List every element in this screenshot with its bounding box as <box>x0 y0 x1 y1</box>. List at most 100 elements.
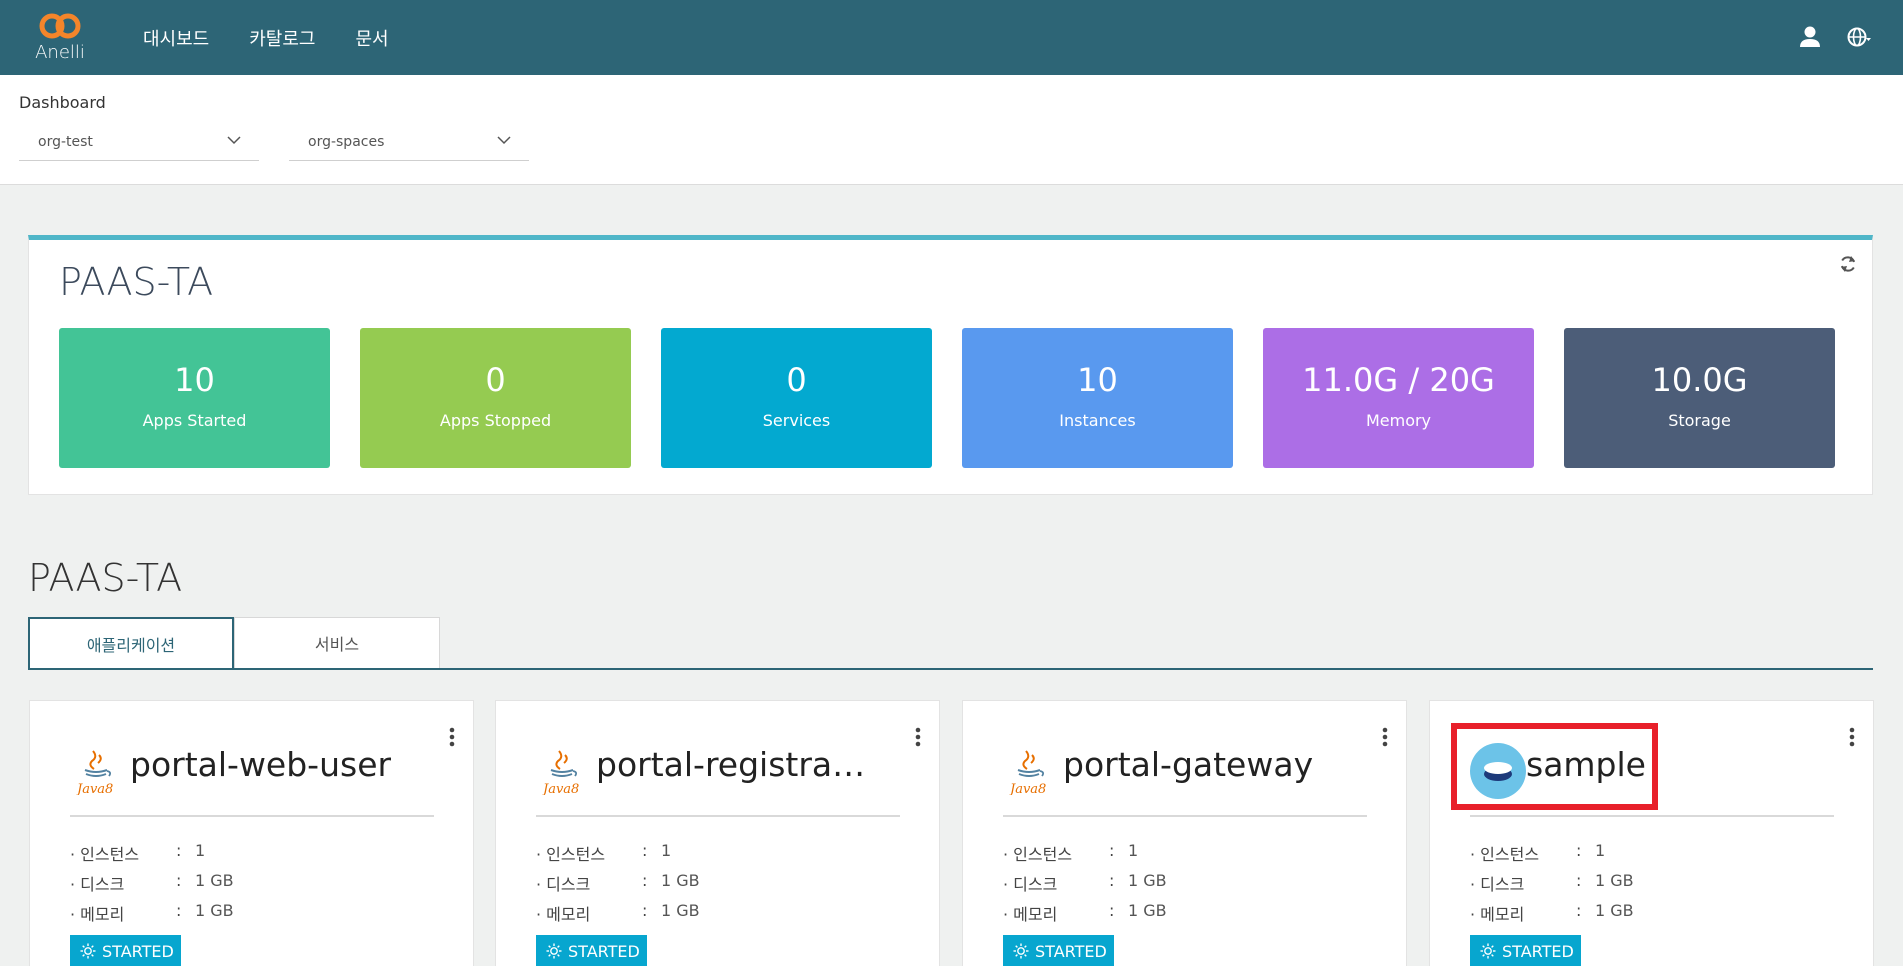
stat-tile-apps-stopped[interactable]: 0 Apps Stopped <box>360 328 631 468</box>
stat-tile-instances[interactable]: 10 Instances <box>962 328 1233 468</box>
main-nav: 대시보드 카탈로그 문서 <box>143 0 389 75</box>
info-colon: : <box>1109 871 1115 890</box>
stat-tile-apps-started[interactable]: 10 Apps Started <box>59 328 330 468</box>
chevron-down-icon <box>497 136 511 145</box>
card-divider <box>536 815 900 817</box>
nav-dashboard[interactable]: 대시보드 <box>143 25 209 51</box>
info-label: · 인스턴스 <box>536 845 606 864</box>
info-colon: : <box>1576 901 1582 920</box>
summary-panel: PAAS-TA 10 Apps Started 0 Apps Stopped 0 Serv… <box>28 235 1873 495</box>
java8-icon: Java8 <box>1007 747 1051 797</box>
stat-tile-storage[interactable]: 10.0G Storage <box>1564 328 1835 468</box>
top-navbar: Anelli 대시보드 카탈로그 문서 <box>0 0 1903 75</box>
status-badge[interactable]: STARTED <box>1003 935 1114 966</box>
chevron-down-icon <box>227 136 241 145</box>
app-name[interactable]: portal-gateway <box>1063 745 1313 784</box>
stat-label: Services <box>762 411 831 430</box>
status-text: STARTED <box>102 941 174 961</box>
stat-label: Storage <box>1668 411 1731 430</box>
more-menu-icon[interactable] <box>1382 727 1388 747</box>
info-label: · 인스턴스 <box>70 845 140 864</box>
info-label: · 디스크 <box>1003 875 1058 894</box>
svg-text:Java8: Java8 <box>1009 782 1046 795</box>
nav-docs[interactable]: 문서 <box>356 25 389 51</box>
info-colon: : <box>1109 901 1115 920</box>
org-select[interactable]: org-test <box>19 123 259 161</box>
sub-header: Dashboard org-test org-spaces <box>0 75 1903 185</box>
info-value: 1 GB <box>661 901 700 920</box>
info-value: 1 GB <box>195 901 234 920</box>
more-menu-icon[interactable] <box>1849 727 1855 747</box>
anelli-logo[interactable]: Anelli <box>30 10 90 66</box>
app-name[interactable]: sample <box>1526 745 1646 784</box>
stat-label: Apps Stopped <box>439 411 552 430</box>
card-divider <box>1003 815 1367 817</box>
info-colon: : <box>176 841 182 860</box>
info-label: · 디스크 <box>70 875 125 894</box>
globe-icon[interactable] <box>1846 24 1872 50</box>
info-value: 1 <box>1128 841 1139 860</box>
stat-tile-services[interactable]: 0 Services <box>661 328 932 468</box>
info-value: 1 <box>1595 841 1606 860</box>
status-badge[interactable]: STARTED <box>70 935 181 966</box>
info-colon: : <box>1576 871 1582 890</box>
info-label: · 인스턴스 <box>1470 845 1540 864</box>
stat-value: 10.0G <box>1651 361 1748 399</box>
svg-text:Java8: Java8 <box>542 782 579 795</box>
info-label: · 인스턴스 <box>1003 845 1073 864</box>
nav-catalog[interactable]: 카탈로그 <box>249 25 315 51</box>
app-name[interactable]: portal-registrati… <box>596 745 866 784</box>
app-name[interactable]: portal-web-user <box>130 745 391 784</box>
section-title: PAAS-TA <box>28 556 183 600</box>
app-card[interactable]: sample · 인스턴스:1 · 디스크:1 GB · 메모리:1 GB STARTE… <box>1429 700 1874 966</box>
app-card[interactable]: Java8 portal-web-user · 인스턴스:1 · 디스크:1 GB · … <box>29 700 474 966</box>
info-label: · 메모리 <box>536 905 591 924</box>
info-value: 1 GB <box>1128 871 1167 890</box>
info-colon: : <box>1576 841 1582 860</box>
space-select-value: org-spaces <box>308 133 385 150</box>
sun-icon <box>80 943 96 959</box>
info-value: 1 GB <box>1128 901 1167 920</box>
status-badge[interactable]: STARTED <box>1470 935 1581 966</box>
app-card[interactable]: Java8 portal-gateway · 인스턴스:1 · 디스크:1 GB · 메… <box>962 700 1407 966</box>
stat-value: 0 <box>485 361 506 399</box>
refresh-icon[interactable] <box>1838 254 1858 274</box>
app-card[interactable]: Java8 portal-registrati… · 인스턴스:1 · 디스크:1 G… <box>495 700 940 966</box>
stat-label: Instances <box>1059 411 1136 430</box>
info-value: 1 GB <box>1595 871 1634 890</box>
java8-icon: Java8 <box>74 747 118 797</box>
info-colon: : <box>1109 841 1115 860</box>
info-label: · 디스크 <box>1470 875 1525 894</box>
tab-services[interactable]: 서비스 <box>234 617 440 668</box>
space-select[interactable]: org-spaces <box>289 123 529 161</box>
tabs-underline <box>28 668 1873 670</box>
info-label: · 메모리 <box>70 905 125 924</box>
user-icon[interactable] <box>1797 24 1823 50</box>
status-text: STARTED <box>568 941 640 961</box>
org-select-value: org-test <box>38 133 93 150</box>
stat-label: Apps Started <box>142 411 247 430</box>
more-menu-icon[interactable] <box>915 727 921 747</box>
info-value: 1 GB <box>195 871 234 890</box>
card-divider <box>70 815 434 817</box>
stat-value: 10 <box>1077 361 1118 399</box>
info-value: 1 GB <box>1595 901 1634 920</box>
info-value: 1 <box>195 841 206 860</box>
logo-rings-icon <box>39 13 81 39</box>
svg-text:Java8: Java8 <box>76 782 113 795</box>
info-label: · 메모리 <box>1470 905 1525 924</box>
status-badge[interactable]: STARTED <box>536 935 647 966</box>
status-text: STARTED <box>1035 941 1107 961</box>
stat-value: 10 <box>174 361 215 399</box>
stat-value: 11.0G / 20G <box>1302 361 1495 399</box>
stat-tile-memory[interactable]: 11.0G / 20G Memory <box>1263 328 1534 468</box>
info-colon: : <box>642 871 648 890</box>
tab-applications[interactable]: 애플리케이션 <box>28 617 234 670</box>
sun-icon <box>1480 943 1496 959</box>
card-divider <box>1470 815 1834 817</box>
info-value: 1 <box>661 841 672 860</box>
sun-icon <box>1013 943 1029 959</box>
status-text: STARTED <box>1502 941 1574 961</box>
info-colon: : <box>176 901 182 920</box>
more-menu-icon[interactable] <box>449 727 455 747</box>
